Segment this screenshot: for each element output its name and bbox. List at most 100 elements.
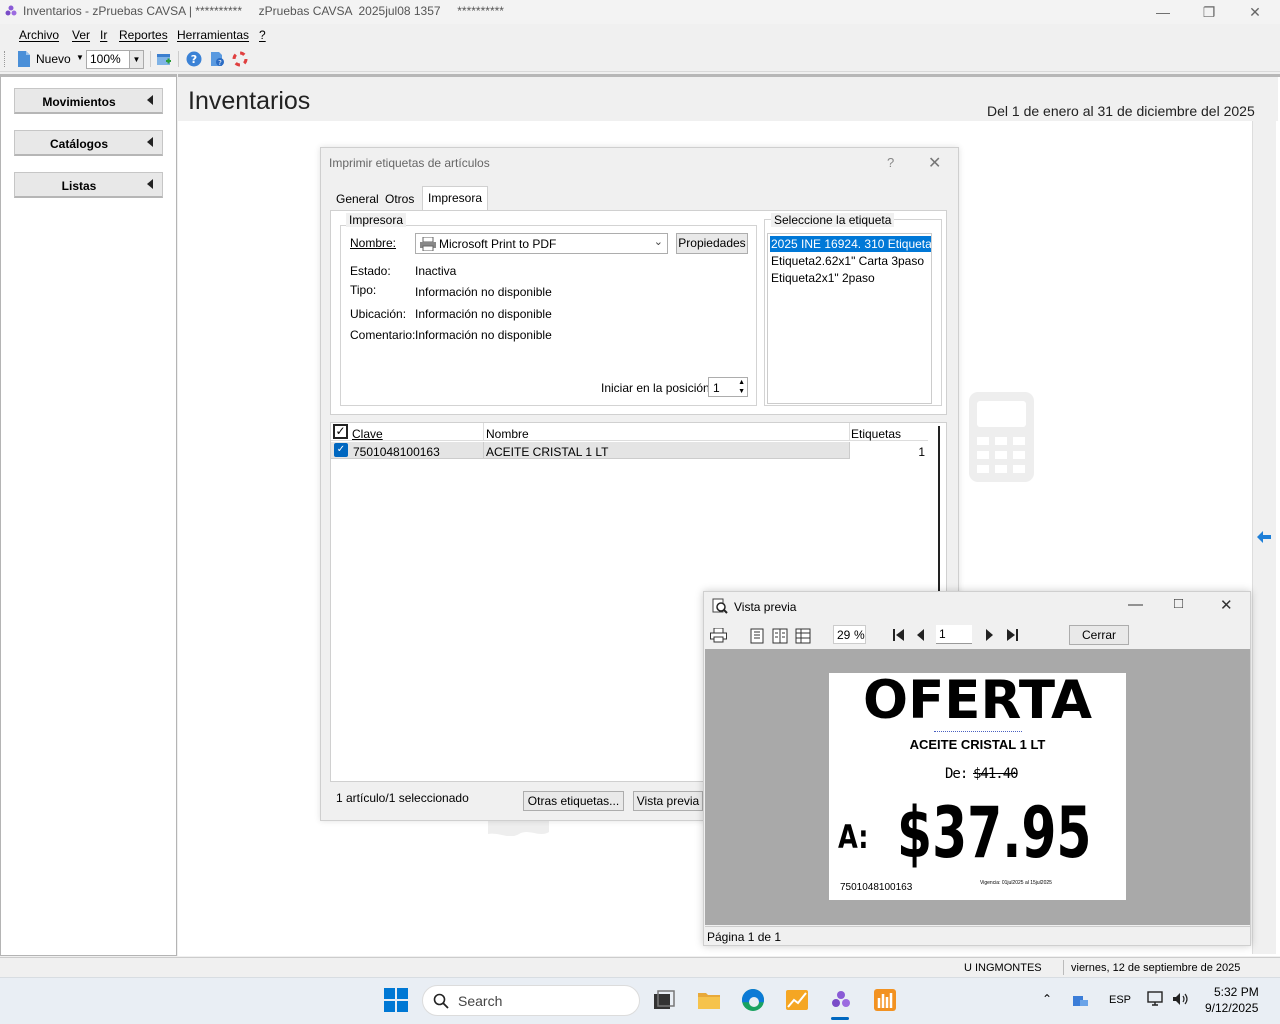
windows-start-icon[interactable] [384,988,408,1012]
zoom-dropdown-icon[interactable]: ▼ [129,51,143,68]
last-page-icon[interactable] [1005,629,1019,641]
clock-date[interactable]: 9/12/2025 [1205,1001,1258,1015]
page-number-input[interactable]: 1 [936,625,972,644]
tab-otros[interactable]: Otros [380,190,419,210]
cell-etiquetas: 1 [918,445,925,459]
toolbar-grip [4,51,6,67]
menu-herramientas[interactable]: Herramientas [177,28,249,42]
status-bar: U INGMONTES viernes, 12 de septiembre de… [0,957,1280,977]
status-date: viernes, 12 de septiembre de 2025 [1071,962,1241,974]
calculator-watermark-icon [969,392,1034,482]
label-select-title: Seleccione la etiqueta [771,213,895,227]
multi-page-icon[interactable] [795,628,811,644]
inventory-app-icon[interactable] [829,988,853,1012]
menu-archivo[interactable]: Archivo [19,28,59,42]
column-etiquetas[interactable]: Etiquetas [851,427,901,441]
spin-arrows-icon[interactable]: ▲ ▼ [738,378,745,396]
edge-browser-icon[interactable] [741,988,765,1012]
grid-scrollbar[interactable] [938,426,940,592]
tiny-print-line [934,731,1022,733]
properties-button[interactable]: Propiedades [676,233,748,254]
svg-text:?: ? [218,59,222,67]
new-button[interactable]: Nuevo [36,52,71,66]
printer-select[interactable]: Microsoft Print to PDF ⌄ [415,233,668,254]
location-label: Ubicación: [350,307,407,321]
cell-nombre: ACEITE CRISTAL 1 LT [486,445,609,459]
list-item[interactable]: Etiqueta2.62x1" Carta 3paso [771,254,924,268]
menu-ir[interactable]: Ir [100,28,107,42]
clock-time[interactable]: 5:32 PM [1214,985,1259,999]
column-nombre[interactable]: Nombre [486,427,529,441]
chart-app-icon[interactable] [785,988,809,1012]
date-range: Del 1 de enero al 31 de diciembre del 20… [987,103,1255,119]
select-all-checkbox[interactable]: ✓ [333,424,348,439]
next-page-icon[interactable] [984,629,994,641]
tab-impresora[interactable]: Impresora [422,186,489,210]
menu-help[interactable]: ? [259,28,266,42]
close-button[interactable]: ✕ [1235,2,1275,22]
preview-close-button[interactable]: ✕ [1220,596,1233,614]
sidebar-item-movimientos[interactable]: Movimientos [14,88,163,114]
sidebar-item-catalogos[interactable]: Catálogos [14,130,163,156]
preview-maximize-button[interactable]: □ [1174,595,1183,612]
minimize-button[interactable]: — [1143,2,1183,22]
menu-bar: Archivo Ver Ir Reportes Herramientas ? [0,25,1280,45]
maximize-button[interactable]: ❐ [1189,2,1229,22]
collapse-arrow-icon [147,137,153,147]
new-dropdown-icon[interactable]: ▼ [76,53,84,62]
cell-clave: 7501048100163 [353,445,440,459]
taskbar-search[interactable]: Search [422,985,640,1016]
table-row[interactable]: ✓ 7501048100163 ACEITE CRISTAL 1 LT 1 [331,442,928,459]
row-checkbox[interactable]: ✓ [334,443,348,457]
selection-summary: 1 artículo/1 seleccionado [336,791,469,805]
document-help-icon[interactable]: ? [209,51,225,67]
task-view-icon[interactable] [652,988,676,1012]
comment-value: Información no disponible [415,328,552,342]
print-icon[interactable] [710,628,727,643]
menu-reportes[interactable]: Reportes [119,28,168,42]
zoom-select[interactable]: 100% ▼ [86,50,144,69]
menu-ver[interactable]: Ver [72,28,90,42]
preview-minimize-button[interactable]: — [1128,596,1143,613]
lifebuoy-icon[interactable] [232,51,248,67]
sidebar-item-listas[interactable]: Listas [14,172,163,198]
cell-etiquetas-box[interactable]: 1 [849,442,928,459]
new-document-icon[interactable] [17,51,31,67]
dialog-help-button[interactable]: ? [887,155,894,170]
preview-status-bar: Página 1 de 1 [705,926,1250,945]
column-clave[interactable]: Clave [352,427,383,441]
close-preview-button[interactable]: Cerrar [1069,625,1129,645]
new-price: $37.95 [897,792,1092,874]
other-labels-button[interactable]: Otras etiquetas... [523,791,624,811]
previous-page-icon[interactable] [916,629,926,641]
monitor-icon[interactable] [1147,991,1165,1007]
expand-arrow-icon[interactable] [1256,530,1272,544]
chevron-up-icon[interactable]: ⌃ [1042,992,1052,1006]
bars-app-icon[interactable] [873,988,897,1012]
collapse-arrow-icon [147,179,153,189]
language-indicator[interactable]: ESP [1109,994,1131,1006]
preview-zoom-value: 29 [837,628,851,642]
sidebar-item-label: Catálogos [49,137,108,151]
sidebar-item-label: Movimientos [42,95,116,109]
from-label: De: [945,766,968,782]
product-name: ACEITE CRISTAL 1 LT [909,737,1046,752]
two-pages-icon[interactable] [772,628,788,644]
tab-general[interactable]: General [331,190,384,210]
start-position-spinner[interactable]: 1 ▲ ▼ [708,377,748,397]
first-page-icon[interactable] [892,629,906,641]
volume-icon[interactable] [1172,991,1190,1007]
label-list[interactable]: 2025 INE 16924. 310 Etiqueta... Etiqueta… [767,233,932,404]
label-page: OFERTA ACEITE CRISTAL 1 LT De: $41.40 A:… [829,671,1126,900]
dialog-close-button[interactable]: ✕ [928,153,941,173]
preview-canvas: OFERTA ACEITE CRISTAL 1 LT De: $41.40 A:… [705,649,1250,925]
preview-zoom-input[interactable]: 29 % [833,625,866,644]
network-app-icon[interactable] [1072,992,1090,1008]
preview-button[interactable]: Vista previa [633,791,703,811]
file-explorer-icon[interactable] [697,988,721,1012]
calendar-icon[interactable] [156,51,172,67]
single-page-icon[interactable] [749,628,765,644]
list-item[interactable]: Etiqueta2x1" 2paso [771,271,875,285]
help-icon[interactable]: ? [186,51,202,67]
list-item[interactable]: 2025 INE 16924. 310 Etiqueta... [770,236,931,252]
